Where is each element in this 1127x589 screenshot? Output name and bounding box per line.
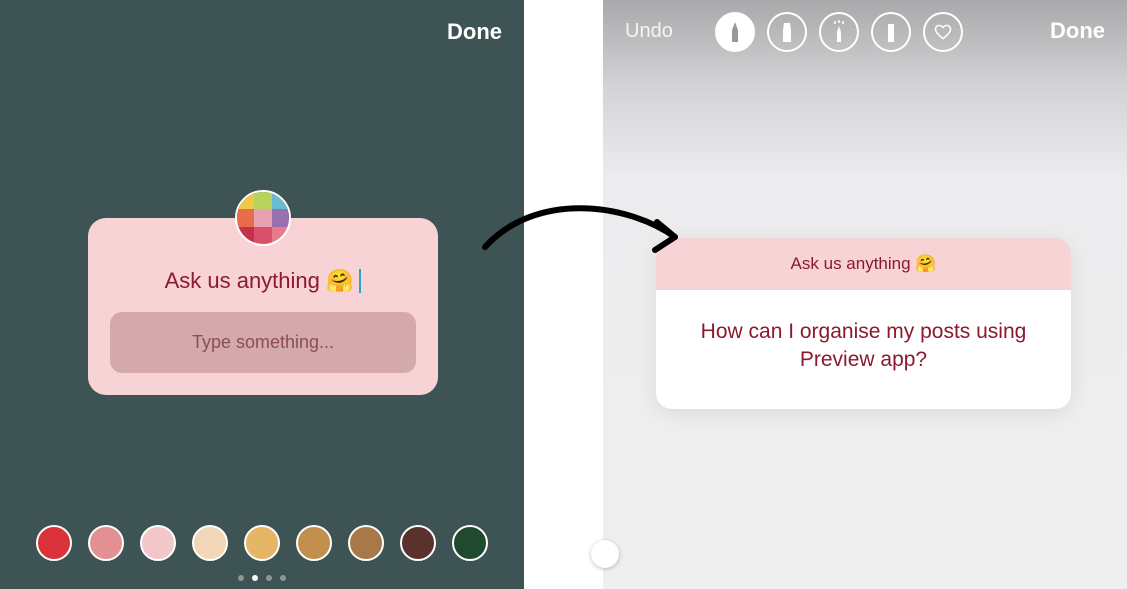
- color-swatch[interactable]: [192, 525, 228, 561]
- color-swatch[interactable]: [140, 525, 176, 561]
- eraser-tool-icon[interactable]: [871, 12, 911, 52]
- undo-button[interactable]: Undo: [625, 20, 673, 43]
- answer-body: How can I organise my posts using Previe…: [656, 290, 1071, 409]
- brush-size-handle[interactable]: [591, 540, 619, 568]
- color-swatch-row: [0, 525, 524, 561]
- done-button-right[interactable]: Done: [1050, 18, 1105, 44]
- page-dot[interactable]: [252, 575, 258, 581]
- story-draw-screen: Undo Done Ask us anything 🤗 How can I or…: [603, 0, 1127, 589]
- page-dot[interactable]: [266, 575, 272, 581]
- answer-header: Ask us anything 🤗: [656, 238, 1071, 290]
- question-input[interactable]: Type something...: [110, 312, 416, 373]
- color-swatch[interactable]: [88, 525, 124, 561]
- answer-card[interactable]: Ask us anything 🤗 How can I organise my …: [656, 238, 1071, 409]
- color-swatch[interactable]: [296, 525, 332, 561]
- pen-tool-icon[interactable]: [715, 12, 755, 52]
- page-indicator: [0, 575, 524, 581]
- heart-tool-icon[interactable]: [923, 12, 963, 52]
- drawing-tools: [715, 12, 963, 52]
- prompt-label: Ask us anything 🤗: [165, 268, 354, 294]
- done-button[interactable]: Done: [447, 19, 502, 45]
- screen-divider: [524, 0, 603, 589]
- avatar-icon: [235, 190, 291, 246]
- color-swatch[interactable]: [348, 525, 384, 561]
- arrow-icon: [475, 182, 695, 292]
- color-swatch[interactable]: [244, 525, 280, 561]
- color-swatch[interactable]: [36, 525, 72, 561]
- color-swatch[interactable]: [400, 525, 436, 561]
- question-prompt[interactable]: Ask us anything 🤗: [165, 268, 362, 294]
- page-dot[interactable]: [280, 575, 286, 581]
- color-swatch[interactable]: [452, 525, 488, 561]
- page-dot[interactable]: [238, 575, 244, 581]
- text-cursor-icon: [359, 269, 361, 293]
- story-editor-screen: Done Ask us anything 🤗 Type something...: [0, 0, 524, 589]
- marker-tool-icon[interactable]: [767, 12, 807, 52]
- left-topbar: Done: [0, 0, 524, 64]
- question-sticker[interactable]: Ask us anything 🤗 Type something...: [88, 218, 438, 395]
- neon-tool-icon[interactable]: [819, 12, 859, 52]
